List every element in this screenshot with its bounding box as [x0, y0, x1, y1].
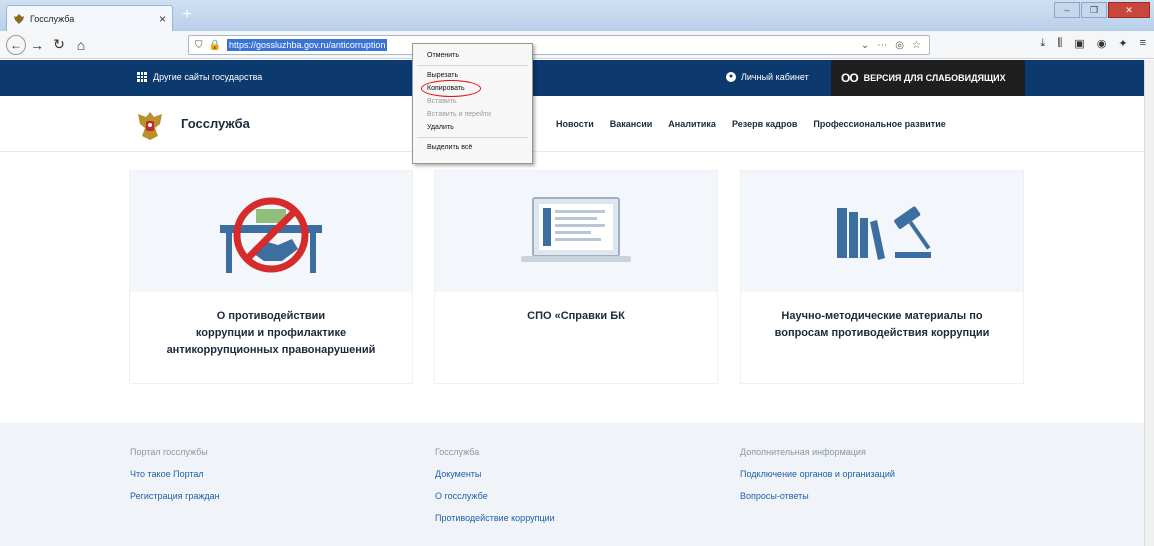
- urlbar-actions: ⌄ ⋯ ◎ ☆: [861, 40, 929, 51]
- menu-separator: [417, 65, 528, 66]
- nav-reserve[interactable]: Резерв кадров: [732, 119, 797, 129]
- books-gavel-icon: [837, 206, 931, 260]
- footer-column-portal: Портал госслужбы Что такое Портал Регист…: [130, 447, 220, 513]
- site-header: Госслужба Новости Вакансии Аналитика Рез…: [0, 96, 1154, 152]
- emblem-favicon-icon: [13, 13, 25, 25]
- other-sites-label: Другие сайты государства: [153, 72, 263, 82]
- menu-item-select-all[interactable]: Выделить всё: [413, 141, 532, 154]
- pocket-icon[interactable]: ◎: [895, 40, 904, 51]
- cabinet-label: Личный кабинет: [741, 72, 809, 82]
- menu-item-paste: Вставить: [427, 98, 457, 105]
- footer-heading: Дополнительная информация: [740, 447, 866, 457]
- menu-item-delete[interactable]: Удалить: [413, 121, 532, 134]
- grid-icon: [137, 72, 147, 82]
- back-arrow-icon[interactable]: ←: [6, 34, 26, 55]
- user-icon: ●: [726, 72, 736, 82]
- reload-icon[interactable]: ↻: [48, 34, 70, 56]
- menu-item-copy[interactable]: Копировать: [413, 80, 532, 97]
- low-vision-button[interactable]: OO ВЕРСИЯ ДЛЯ СЛАБОВИДЯЩИХ: [831, 60, 1025, 96]
- other-sites-link[interactable]: Другие сайты государства: [137, 72, 262, 82]
- low-vision-label: ВЕРСИЯ ДЛЯ СЛАБОВИДЯЩИХ: [863, 73, 1006, 83]
- menu-item-cut[interactable]: Вырезать: [413, 69, 532, 82]
- nav-news[interactable]: Новости: [556, 119, 594, 129]
- account-icon[interactable]: ◉: [1097, 37, 1107, 50]
- footer-heading: Госслужба: [435, 447, 480, 457]
- maximize-button[interactable]: ❐: [1081, 2, 1107, 18]
- download-icon[interactable]: ⤓: [1040, 37, 1045, 50]
- nav-vacancies[interactable]: Вакансии: [610, 119, 653, 129]
- shield-icon[interactable]: ⛉: [195, 40, 203, 51]
- library-icon[interactable]: ⫼: [1057, 37, 1062, 50]
- tab-title: Госслужба: [30, 13, 75, 24]
- more-icon[interactable]: ⋯: [877, 40, 887, 51]
- close-window-button[interactable]: ✕: [1108, 2, 1150, 18]
- footer-heading: Портал госслужбы: [130, 447, 208, 457]
- card-image: [130, 171, 412, 292]
- lock-icon[interactable]: 🔒: [209, 40, 221, 51]
- card-title-line: коррупции и профилактике: [195, 327, 347, 339]
- card-title-line: вопросам противодействия коррупции: [774, 327, 990, 339]
- footer-link[interactable]: Подключение органов и организаций: [740, 469, 895, 479]
- laptop-icon: [521, 196, 631, 262]
- cabinet-link[interactable]: ● Личный кабинет: [726, 72, 809, 82]
- footer-link[interactable]: Регистрация граждан: [130, 491, 220, 501]
- url-text[interactable]: https://gossluzhba.gov.ru/anticorruption: [226, 39, 388, 51]
- menu-separator: [417, 137, 528, 138]
- footer-column-additional: Дополнительная информация Подключение ор…: [740, 447, 895, 513]
- card-title: Научно-методические материалы по вопроса…: [741, 292, 1023, 342]
- card-methodology[interactable]: Научно-методические материалы по вопроса…: [740, 170, 1024, 384]
- footer-link[interactable]: Вопросы-ответы: [740, 491, 895, 501]
- extension-icon[interactable]: ✦: [1118, 37, 1127, 50]
- window-controls: – ❐ ✕: [1054, 2, 1150, 18]
- nav-development[interactable]: Профессиональное развитие: [813, 119, 945, 129]
- card-title-line: Научно-методические материалы по: [781, 310, 983, 322]
- glasses-icon: OO: [841, 71, 859, 85]
- card-anticorruption[interactable]: О противодействии коррупции и профилакти…: [129, 170, 413, 384]
- footer-column-gossluzhba: Госслужба Документы О госслужбе Противод…: [435, 447, 555, 535]
- menu-item-undo[interactable]: Отменить: [413, 49, 532, 62]
- browser-navbar: ← → ↻ ⌂ ⛉ 🔒 https://gossluzhba.gov.ru/an…: [0, 31, 1154, 59]
- main-nav: Новости Вакансии Аналитика Резерв кадров…: [556, 119, 946, 129]
- card-title-line: О противодействии: [216, 310, 326, 322]
- footer-link[interactable]: Документы: [435, 469, 555, 479]
- card-title: СПО «Справки БК: [435, 292, 717, 325]
- home-icon[interactable]: ⌂: [70, 34, 92, 56]
- forward-arrow-icon[interactable]: →: [26, 34, 48, 56]
- site-logo-text[interactable]: Госслужба: [181, 116, 250, 131]
- tab-close-icon[interactable]: ×: [159, 12, 166, 26]
- minimize-button[interactable]: –: [1054, 2, 1080, 18]
- bookmark-star-icon[interactable]: ☆: [912, 40, 921, 51]
- card-title: О противодействии коррупции и профилакти…: [130, 292, 412, 359]
- highlight-oval: [421, 80, 481, 97]
- menu-icon[interactable]: ≡: [1140, 37, 1146, 50]
- menu-item-paste-and-go: Вставить и перейти: [427, 111, 491, 118]
- footer-link[interactable]: Противодействие коррупции: [435, 513, 555, 523]
- address-bar[interactable]: ⛉ 🔒 https://gossluzhba.gov.ru/anticorrup…: [188, 35, 930, 55]
- toolbar-right: ⤓ ⫼ ▣ ◉ ✦ ≡: [1040, 37, 1146, 50]
- no-bribery-icon: [220, 197, 322, 273]
- browser-titlebar: Госслужба × + – ❐ ✕: [0, 0, 1154, 31]
- context-menu: Отменить Вырезать Копировать Вставить Вс…: [412, 43, 533, 164]
- card-image: [435, 171, 717, 292]
- coat-of-arms-icon[interactable]: [135, 110, 165, 142]
- site-footer: Портал госслужбы Что такое Портал Регист…: [0, 423, 1154, 546]
- browser-tab[interactable]: Госслужба ×: [6, 5, 173, 31]
- page-scrollbar[interactable]: [1144, 60, 1154, 546]
- footer-link[interactable]: Что такое Портал: [130, 469, 220, 479]
- nav-analytics[interactable]: Аналитика: [668, 119, 716, 129]
- card-title-line: антикоррупционных правонарушений: [166, 344, 376, 356]
- footer-link[interactable]: О госслужбе: [435, 491, 555, 501]
- new-tab-button[interactable]: +: [178, 6, 196, 24]
- sidebar-icon[interactable]: ▣: [1074, 37, 1084, 50]
- card-title-line: СПО «Справки БК: [527, 310, 625, 322]
- site-top-strip: Другие сайты государства ● Личный кабине…: [0, 60, 1154, 96]
- card-spo-spravki[interactable]: СПО «Справки БК: [434, 170, 718, 384]
- chevron-down-icon[interactable]: ⌄: [861, 40, 869, 51]
- card-image: [741, 171, 1023, 292]
